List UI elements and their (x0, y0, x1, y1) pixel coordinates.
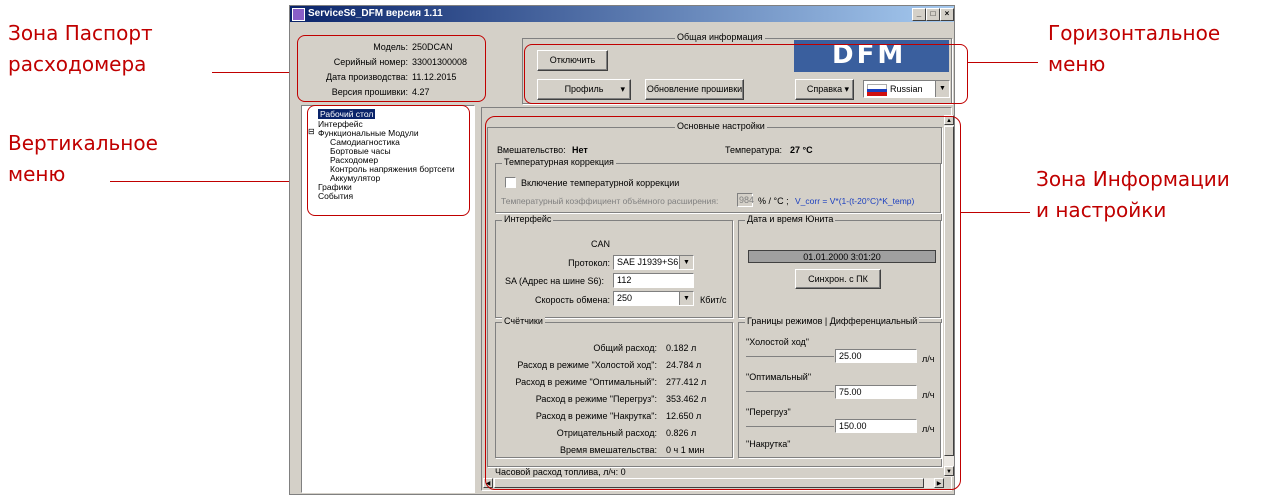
annotation-horizontal-menu: Горизонтальное меню (1048, 21, 1221, 76)
horizontal-menu-highlight (524, 44, 968, 104)
maximize-button[interactable]: □ (926, 8, 940, 21)
passport-highlight (297, 35, 486, 102)
annotation-line-horizontal-menu (968, 62, 1038, 63)
annotation-line-vertical-menu (110, 181, 307, 182)
info-zone-highlight (485, 116, 961, 490)
minimize-button[interactable]: _ (912, 8, 926, 21)
app-window: ServiceS6_DFM версия 1.11 _ □ × Модель: … (289, 5, 968, 495)
title-bar: ServiceS6_DFM версия 1.11 _ □ × (290, 6, 954, 22)
general-info-title: Общая информация (675, 32, 765, 42)
window-title: ServiceS6_DFM версия 1.11 (308, 8, 443, 19)
close-button[interactable]: × (940, 8, 954, 21)
annotation-line-info-zone (960, 212, 1030, 213)
vertical-menu-highlight (307, 105, 470, 216)
annotation-info-zone: Зона Информации и настройки (1036, 167, 1230, 222)
app-icon (292, 8, 305, 21)
annotation-passport: Зона Паспорт расходомера (8, 21, 153, 76)
